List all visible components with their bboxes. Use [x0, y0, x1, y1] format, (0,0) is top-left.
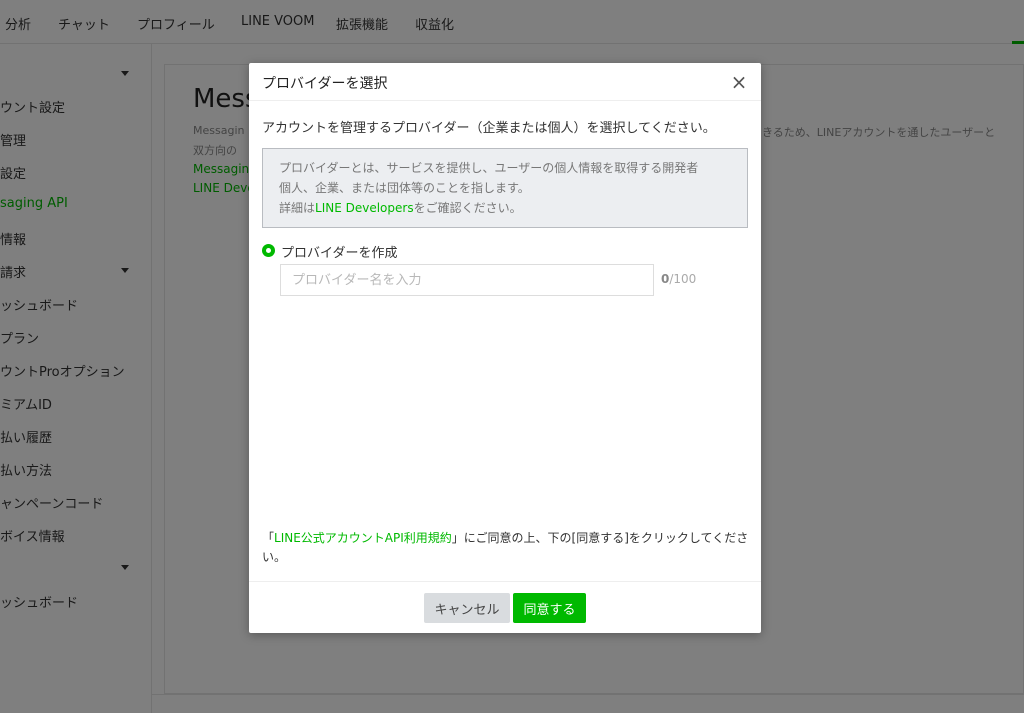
info-line-2: 個人、企業、または団体等のことを指します。	[279, 181, 530, 195]
cancel-button[interactable]: キャンセル	[424, 593, 510, 623]
terms-open-quote: 「	[262, 531, 275, 545]
character-counter: 0/100	[661, 272, 696, 286]
provider-name-input[interactable]	[280, 264, 654, 296]
info-line-3-prefix: 詳細は	[279, 201, 316, 215]
create-provider-label[interactable]: プロバイダーを作成	[281, 242, 397, 261]
info-line-3-suffix: をご確認ください。	[413, 201, 522, 215]
close-icon[interactable]: ×	[729, 72, 749, 92]
dialog-title: プロバイダーを選択	[262, 76, 388, 92]
info-line-1: プロバイダーとは、サービスを提供し、ユーザーの個人情報を取得する開発者	[279, 161, 699, 175]
dialog-header: プロバイダーを選択 ×	[249, 63, 761, 101]
agree-button[interactable]: 同意する	[513, 593, 586, 623]
dialog-lead-text: アカウントを管理するプロバイダー（企業または個人）を選択してください。	[262, 121, 716, 136]
terms-agreement-text: 「LINE公式アカウントAPI利用規約」にご同意の上、下の[同意する]をクリック…	[262, 529, 752, 567]
info-line-3: 詳細はLINE Developersをご確認ください。	[279, 198, 731, 218]
radio-selected-icon[interactable]	[262, 244, 275, 257]
select-provider-dialog: プロバイダーを選択 × アカウントを管理するプロバイダー（企業または個人）を選択…	[249, 63, 761, 633]
counter-max: /100	[669, 272, 697, 286]
dialog-footer: キャンセル 同意する	[249, 581, 761, 633]
provider-info-box: プロバイダーとは、サービスを提供し、ユーザーの個人情報を取得する開発者 個人、企…	[262, 148, 748, 228]
api-terms-link[interactable]: LINE公式アカウントAPI利用規約	[274, 531, 452, 545]
line-developers-link[interactable]: LINE Developers	[315, 201, 414, 215]
